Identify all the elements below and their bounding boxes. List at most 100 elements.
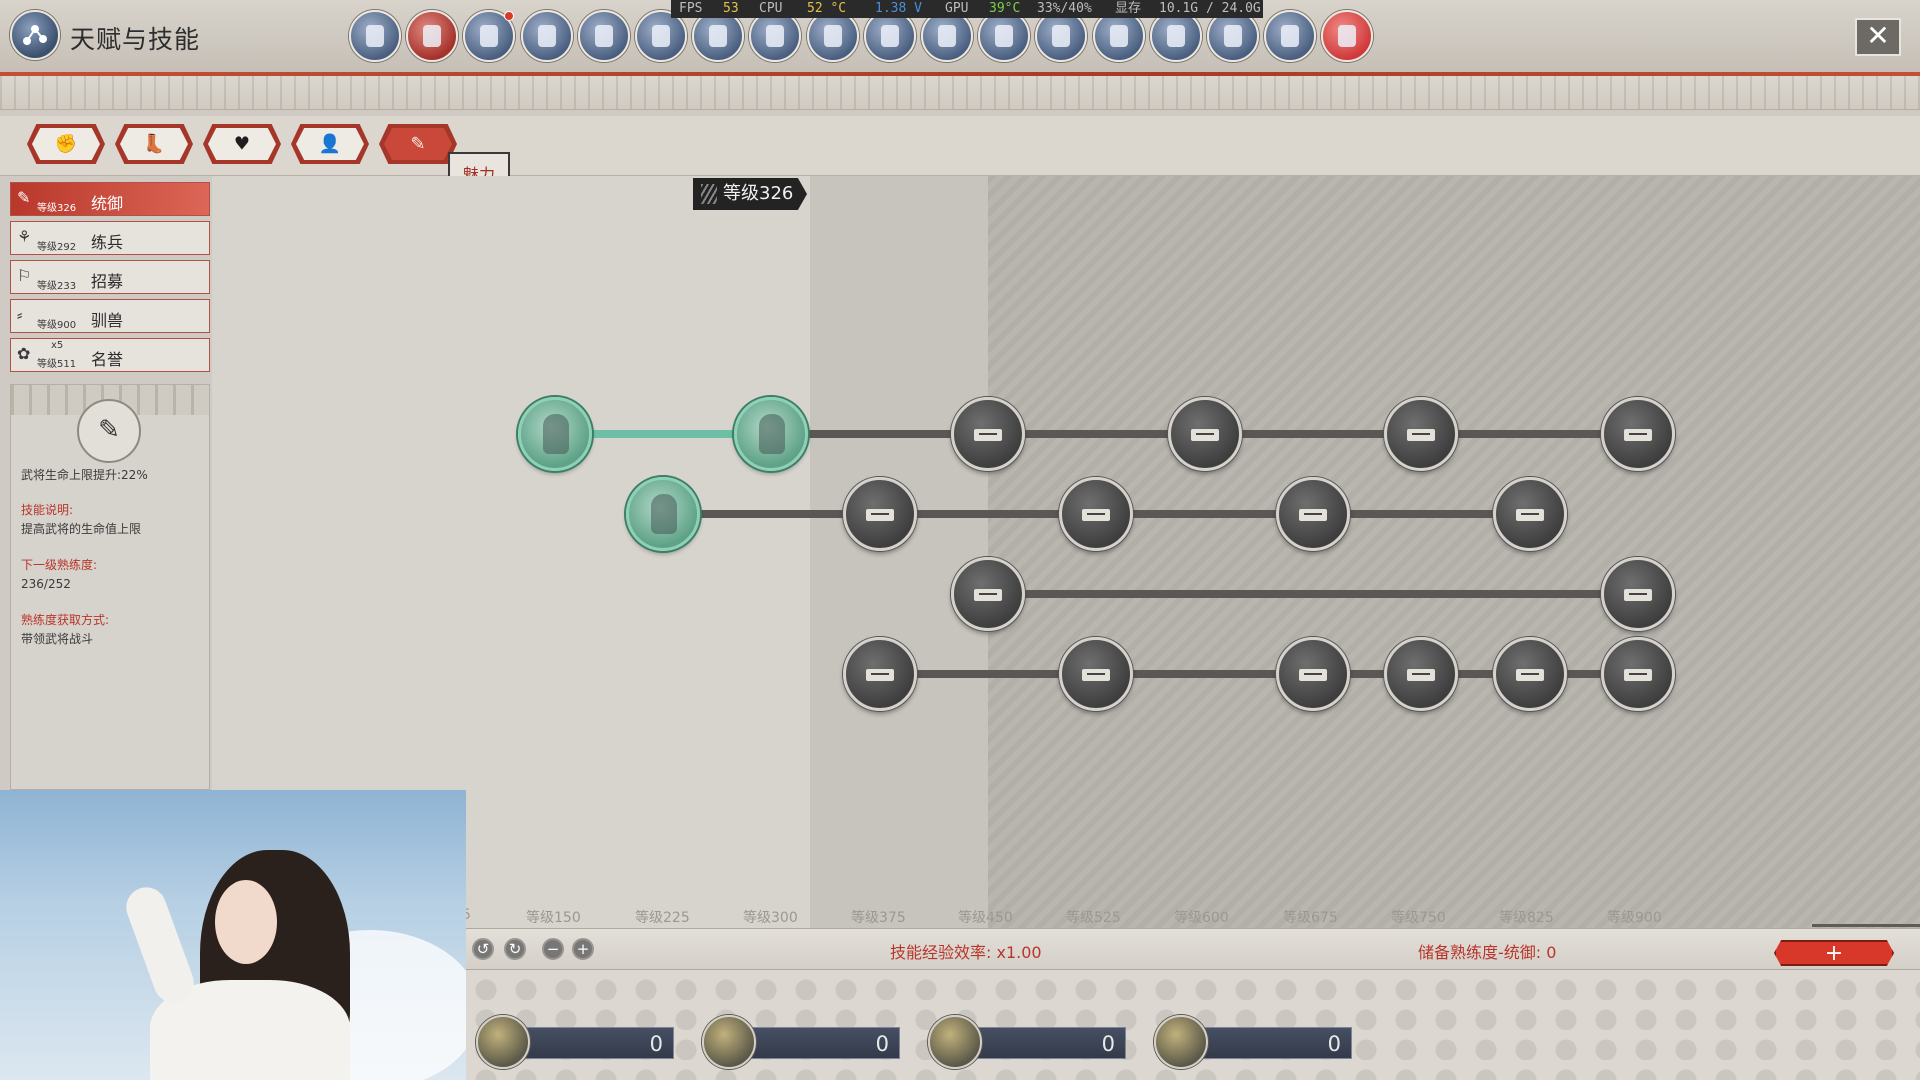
tab-vitality[interactable]: ♥ — [203, 124, 281, 164]
skill-desc: 提高武将的生命值上限 — [21, 522, 142, 536]
skill-name: 招募 — [91, 272, 124, 291]
inventory-icon[interactable] — [463, 10, 515, 62]
skill-node-locked[interactable] — [1493, 637, 1567, 711]
scroll-tag-icon — [1082, 509, 1110, 521]
helmet-icon[interactable] — [349, 10, 401, 62]
resource-coin-icon — [476, 1015, 530, 1069]
locked-zone — [988, 176, 1920, 928]
resource-pot-icon — [1154, 1015, 1208, 1069]
level-tick-label: 等级375 — [851, 910, 906, 926]
skill-item-3[interactable]: ⸗ 等级900 驯兽 — [10, 299, 210, 333]
warrior-figure-icon — [759, 414, 785, 454]
page-title: 天赋与技能 — [70, 25, 201, 54]
gpu-temp: 39°C — [989, 1, 1021, 16]
skill-node-locked[interactable] — [1601, 397, 1675, 471]
scroll-tag-icon — [1624, 589, 1652, 601]
skill-node-locked[interactable] — [951, 557, 1025, 631]
skill-level: 等级326 — [37, 203, 77, 214]
skill-icon: ⚐ — [17, 266, 32, 285]
scroll-tag-icon — [866, 509, 894, 521]
skill-node-learned[interactable] — [518, 397, 592, 471]
scroll-tag-icon — [1299, 509, 1327, 521]
notification-dot — [504, 11, 514, 21]
status-bar: ↺ ↻ − + 技能经验效率: x1.00 储备熟练度-统御: 0 — [466, 928, 1920, 970]
fps-label: FPS — [679, 1, 703, 16]
skill-item-2[interactable]: ⚐ 等级233 招募 — [10, 260, 210, 294]
level-axis: 5 等级150 等级225 等级300 等级375 等级450 等级525 等级600 等级67… — [462, 905, 1920, 927]
skill-name: 统御 — [91, 194, 124, 213]
scroll-icon[interactable] — [578, 10, 630, 62]
level-tick-label: 等级150 — [526, 910, 581, 926]
banner-icon[interactable] — [521, 10, 573, 62]
next-level-title: 下一级熟练度: — [21, 558, 98, 572]
category-tab-strip: ✊ 👢 ♥ 👤 ✎ — [0, 116, 1920, 176]
tome-icon[interactable] — [1321, 10, 1373, 62]
selected-skill-icon: ✎ — [77, 399, 141, 463]
tab-intellect[interactable]: 👤 — [291, 124, 369, 164]
next-level-value: 236/252 — [21, 577, 71, 591]
close-button[interactable]: ✕ — [1855, 18, 1901, 56]
skill-node-locked[interactable] — [1168, 397, 1242, 471]
skill-name: 练兵 — [91, 233, 124, 252]
resource-cycle: 0 — [928, 1015, 1138, 1069]
skill-node-locked[interactable] — [1384, 637, 1458, 711]
skill-tree-area — [212, 176, 1920, 928]
skill-node-locked[interactable] — [1059, 637, 1133, 711]
zoom-in-icon[interactable]: + — [572, 938, 594, 960]
skill-node-locked[interactable] — [843, 637, 917, 711]
current-zone — [810, 176, 988, 928]
skill-node-learned[interactable] — [626, 477, 700, 551]
level-tick-label: 等级450 — [958, 910, 1013, 926]
skill-node-locked[interactable] — [1384, 397, 1458, 471]
level-tick-label: 等级225 — [635, 910, 690, 926]
skill-node-locked[interactable] — [1059, 477, 1133, 551]
talent-network-icon[interactable] — [406, 10, 458, 62]
skill-node-locked[interactable] — [1601, 557, 1675, 631]
skill-node-locked[interactable] — [951, 397, 1025, 471]
resource-value: 0 — [1101, 1032, 1115, 1056]
skill-node-locked[interactable] — [1493, 477, 1567, 551]
skill-item-1[interactable]: ⚘ 等级292 练兵 — [10, 221, 210, 255]
webcam-overlay — [0, 790, 466, 1080]
skill-icon: ⸗ — [17, 305, 23, 324]
level-tick-label: 等级825 — [1499, 910, 1554, 926]
rotate-left-icon[interactable]: ↺ — [472, 938, 494, 960]
resource-value: 0 — [875, 1032, 889, 1056]
scroll-tag-icon — [1516, 669, 1544, 681]
vram-label: 显存 — [1115, 1, 1142, 16]
zoom-out-icon[interactable]: − — [542, 938, 564, 960]
tab-strength[interactable]: ✊ — [27, 124, 105, 164]
scroll-tag-icon — [1407, 669, 1435, 681]
skill-detail-panel: ✎ 武将生命上限提升:22% 技能说明: 提高武将的生命值上限 下一级熟练度: … — [10, 384, 210, 790]
tab-charisma[interactable]: ✎ — [379, 124, 457, 164]
skill-item-0[interactable]: ✎ 等级326 统御 — [10, 182, 210, 216]
warrior-icon[interactable] — [1264, 10, 1316, 62]
rotate-right-icon[interactable]: ↻ — [504, 938, 526, 960]
skill-level: 等级900 — [37, 320, 77, 331]
skill-track — [988, 590, 1638, 598]
skill-node-locked[interactable] — [1276, 637, 1350, 711]
level-tick-label: 等级900 — [1607, 910, 1662, 926]
talent-logo-icon — [10, 10, 60, 60]
skill-item-4[interactable]: ✿ x5 等级511 名誉 — [10, 338, 210, 372]
scroll-tag-icon — [1624, 669, 1652, 681]
axis-rule — [1812, 924, 1920, 927]
skill-node-locked[interactable] — [843, 477, 917, 551]
gpu-label: GPU — [945, 1, 969, 16]
efficiency-text: 技能经验效率: x1.00 — [890, 943, 1042, 962]
level-tick-label: 等级675 — [1283, 910, 1338, 926]
tab-agility[interactable]: 👢 — [115, 124, 193, 164]
skill-node-locked[interactable] — [1276, 477, 1350, 551]
skill-list: ✎ 等级326 统御 ⚘ 等级292 练兵 ⚐ 等级233 招募 ⸗ 等级900 驯兽 ✿ x5 等级511… — [10, 182, 210, 377]
skill-effect: 武将生命上限提升:22% — [21, 468, 148, 482]
warrior-figure-icon — [651, 494, 677, 534]
skill-level: 等级233 — [37, 281, 77, 292]
scroll-tag-icon — [866, 669, 894, 681]
source-value: 带领武将战斗 — [21, 632, 94, 646]
scroll-tag-icon — [1299, 669, 1327, 681]
cpu-voltage: 1.38 V — [875, 1, 922, 16]
skill-node-learned[interactable] — [734, 397, 808, 471]
skill-node-locked[interactable] — [1601, 637, 1675, 711]
reserve-text: 储备熟练度-统御: 0 — [1418, 943, 1557, 962]
add-button[interactable]: + — [1774, 940, 1894, 966]
